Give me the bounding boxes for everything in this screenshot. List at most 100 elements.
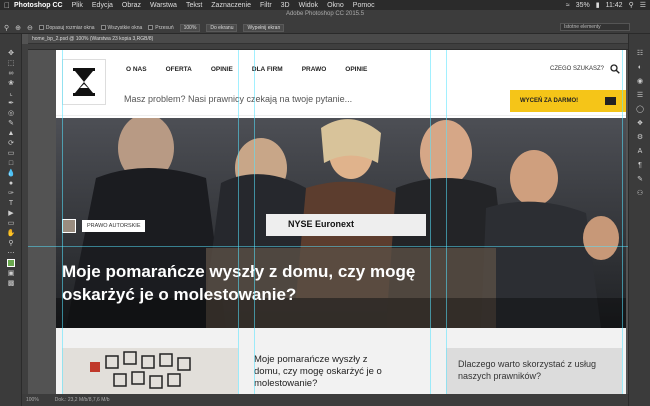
blur-tool-icon[interactable]: 💧: [0, 168, 22, 178]
resize-windows-checkbox[interactable]: Dopasuj rozmiar okna: [38, 25, 95, 31]
hero-title[interactable]: Moje pomarańcze wyszły z domu, czy mogę …: [62, 260, 482, 306]
menu-3d[interactable]: 3D: [281, 2, 290, 9]
menu-view[interactable]: Widok: [299, 2, 318, 9]
envelope-icon: [605, 97, 616, 105]
nav-item-law[interactable]: PRAWO: [302, 66, 327, 73]
paths-panel-icon[interactable]: ❖: [629, 116, 650, 130]
hand-tool-icon[interactable]: ✋: [0, 228, 22, 238]
layout-guide: [62, 50, 63, 394]
color-panel-icon[interactable]: ◉: [629, 74, 650, 88]
brushes-panel-icon[interactable]: ✎: [629, 172, 650, 186]
zoom-level[interactable]: 100%: [26, 394, 39, 406]
menu-help[interactable]: Pomoc: [353, 2, 375, 9]
artboard[interactable]: O NAS OFERTA OPINIE DLA FIRM PRAWO OPINI…: [56, 50, 626, 394]
marquee-tool-icon[interactable]: ⬚: [0, 58, 22, 68]
brush-tool-icon[interactable]: ✎: [0, 118, 22, 128]
menu-file[interactable]: Plik: [72, 2, 83, 9]
layers-panel-icon[interactable]: ☰: [629, 88, 650, 102]
mac-menubar:  Photoshop CC Plik Edycja Obraz Warstwa…: [0, 0, 650, 10]
article-card-title[interactable]: Moje pomarańcze wyszły z domu, czy mogę …: [254, 354, 384, 390]
category-badge[interactable]: PRAWO AUTORSKIE: [82, 220, 146, 232]
dodge-tool-icon[interactable]: ●: [0, 178, 22, 188]
article-cards: Moje pomarańcze wyszły z domu, czy mogę …: [56, 328, 626, 394]
eraser-tool-icon[interactable]: ▭: [0, 148, 22, 158]
quick-select-tool-icon[interactable]: ❀: [0, 78, 22, 88]
nav-item-opinions[interactable]: OPINIE: [211, 66, 233, 73]
zoom-tool-icon[interactable]: ⚲: [4, 24, 9, 32]
site-logo[interactable]: [62, 59, 106, 105]
gradient-tool-icon[interactable]: □: [0, 158, 22, 168]
nav-item-opinions-2[interactable]: OPINIE: [345, 66, 367, 73]
libraries-panel-icon[interactable]: ⚇: [629, 186, 650, 200]
nav-item-about[interactable]: O NAS: [126, 66, 147, 73]
menu-edit[interactable]: Edycja: [92, 2, 113, 9]
hero-banner[interactable]: NYSE Euronext PRAWO AUTORSKIE Moje pomar…: [56, 118, 626, 328]
pen-tool-icon[interactable]: ✑: [0, 188, 22, 198]
crop-tool-icon[interactable]: ⌞: [0, 88, 22, 98]
adjustments-panel-icon[interactable]: ◐: [629, 60, 650, 74]
character-panel-icon[interactable]: A: [629, 144, 650, 158]
search-label: CZEGO SZUKASZ?: [549, 66, 604, 72]
free-quote-button[interactable]: WYCEŃ ZA DARMO!: [510, 90, 626, 112]
why-us-card[interactable]: Dlaczego warto skorzystać z usług naszyc…: [446, 348, 622, 394]
site-search[interactable]: CZEGO SZUKASZ?: [550, 64, 620, 74]
nav-item-offer[interactable]: OFERTA: [166, 66, 192, 73]
move-tool-icon[interactable]: ✥: [0, 48, 22, 58]
more-tools-icon[interactable]: ⋯: [0, 248, 22, 258]
menu-select[interactable]: Zaznaczenie: [211, 2, 251, 9]
quick-mask-icon[interactable]: ▣: [0, 268, 22, 278]
color-swatches-icon[interactable]: [0, 258, 22, 268]
document-info[interactable]: Dok.: 23,2 M/b/8,7,6 M/b: [55, 394, 110, 406]
shape-tool-icon[interactable]: ▭: [0, 218, 22, 228]
workspace-select[interactable]: Istotne elementy: [560, 23, 630, 31]
zoom-out-icon[interactable]: ⊖: [27, 24, 33, 32]
all-windows-checkbox[interactable]: Wszystkie okna: [100, 25, 142, 31]
history-brush-tool-icon[interactable]: ⟳: [0, 138, 22, 148]
fit-screen-button[interactable]: Do ekranu: [206, 23, 238, 32]
spotlight-icon[interactable]: ⚲: [629, 1, 634, 9]
layout-guide: [430, 50, 431, 394]
document-tab[interactable]: home_bp_2.psd @ 100% (Warstwa 23 kopia 3…: [28, 34, 628, 44]
battery-percent[interactable]: 35%: [576, 2, 590, 9]
menu-filter[interactable]: Filtr: [260, 2, 272, 9]
channels-panel-icon[interactable]: ◯: [629, 102, 650, 116]
clock[interactable]: 11:42: [606, 2, 623, 9]
layout-guide: [446, 50, 447, 394]
menu-window[interactable]: Okno: [327, 2, 344, 9]
zoom-tool-icon-left[interactable]: ⚲: [0, 238, 22, 248]
menu-layer[interactable]: Warstwa: [150, 2, 177, 9]
path-select-tool-icon[interactable]: ▶: [0, 208, 22, 218]
free-quote-label: WYCEŃ ZA DARMO!: [520, 98, 579, 104]
zoom-in-icon[interactable]: ⊕: [15, 24, 21, 32]
canvas-area[interactable]: O NAS OFERTA OPINIE DLA FIRM PRAWO OPINI…: [28, 50, 628, 394]
wifi-icon[interactable]: ≈: [566, 2, 570, 9]
menu-type[interactable]: Tekst: [186, 2, 202, 9]
site-header: O NAS OFERTA OPINIE DLA FIRM PRAWO OPINI…: [56, 50, 626, 116]
screen-mode-icon[interactable]: ▩: [0, 278, 22, 288]
battery-icon[interactable]: ▮: [596, 1, 600, 9]
hero-category: PRAWO AUTORSKIE: [62, 219, 146, 233]
history-panel-icon[interactable]: ☷: [629, 46, 650, 60]
nav-item-business[interactable]: DLA FIRM: [252, 66, 283, 73]
notifications-icon[interactable]: ☰: [640, 1, 646, 9]
fill-screen-button[interactable]: Wypełnij ekran: [243, 23, 285, 32]
hourglass-logo-icon: [73, 68, 95, 96]
zoom-100-button[interactable]: 100%: [179, 23, 201, 32]
stamp-tool-icon[interactable]: ▲: [0, 128, 22, 138]
properties-panel-icon[interactable]: ⚙: [629, 130, 650, 144]
scrubby-zoom-checkbox[interactable]: Przesuń: [148, 25, 174, 31]
menu-image[interactable]: Obraz: [122, 2, 141, 9]
apple-icon[interactable]: : [0, 1, 14, 10]
search-icon[interactable]: [610, 64, 620, 74]
paragraph-panel-icon[interactable]: ¶: [629, 158, 650, 172]
menu-app[interactable]: Photoshop CC: [14, 2, 63, 9]
eyedropper-tool-icon[interactable]: ✒: [0, 98, 22, 108]
healing-tool-icon[interactable]: ◎: [0, 108, 22, 118]
article-card-image[interactable]: [62, 348, 238, 394]
lasso-tool-icon[interactable]: ∞: [0, 68, 22, 78]
tools-panel: ✥ ⬚ ∞ ❀ ⌞ ✒ ◎ ✎ ▲ ⟳ ▭ □ 💧 ● ✑ T ▶ ▭ ✋ ⚲ …: [0, 34, 22, 406]
author-avatar[interactable]: [62, 219, 76, 233]
site-nav: O NAS OFERTA OPINIE DLA FIRM PRAWO OPINI…: [126, 66, 386, 73]
type-tool-icon[interactable]: T: [0, 198, 22, 208]
layout-guide: [622, 50, 623, 394]
